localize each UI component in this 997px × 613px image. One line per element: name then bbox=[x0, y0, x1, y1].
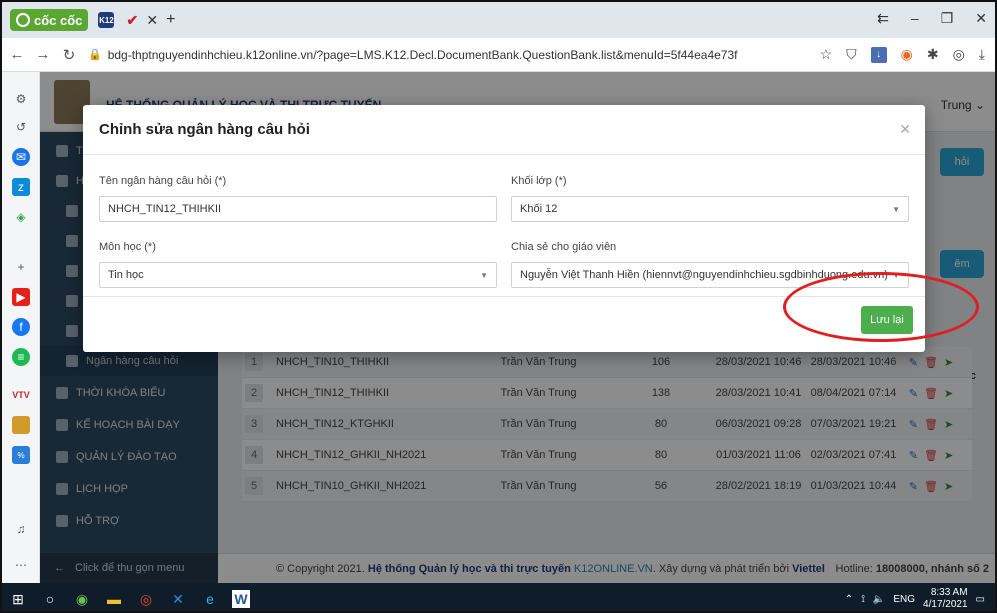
back-icon[interactable]: ← bbox=[6, 46, 28, 63]
add-sidebar-icon[interactable]: + bbox=[12, 258, 30, 276]
address-bar-icons: ☆ ⛉ ↓ ◉ ✱ ◎ ⤓ bbox=[820, 46, 985, 63]
grade-value: Khối 12 bbox=[520, 203, 558, 215]
game2-icon[interactable] bbox=[12, 416, 30, 434]
chevron-down-icon: ▼ bbox=[480, 271, 488, 280]
notifications-icon[interactable]: ▭ bbox=[976, 594, 985, 605]
extension-orange-icon[interactable]: ◉ bbox=[901, 46, 913, 63]
language[interactable]: ENG bbox=[893, 594, 915, 605]
brand-label: cốc cốc bbox=[34, 12, 83, 28]
red-highlight-ellipse bbox=[783, 272, 979, 342]
system-tray: ⌃ ⟟ 🔈 ENG 8:33 AM 4/17/2021 ▭ bbox=[845, 583, 985, 611]
windows-taskbar: ⊞ ○ ◉ ▬ ◎ ✕ e W ⌃ ⟟ 🔈 ENG 8:33 AM 4/17/2… bbox=[2, 583, 995, 611]
game-icon[interactable]: ◈ bbox=[12, 208, 30, 226]
lock-icon: 🔒 bbox=[88, 49, 102, 61]
facebook-icon[interactable]: f bbox=[12, 318, 30, 336]
promo-icon[interactable]: % bbox=[12, 446, 30, 464]
browser-tabbar: cốc cốc K12 ✔ ✕ + ⇇ – ❐ ✕ bbox=[2, 2, 995, 38]
subject-label: Môn học (*) bbox=[99, 241, 156, 253]
close-icon[interactable]: ✕ bbox=[899, 121, 911, 138]
share-label: Chia sẻ cho giáo viên bbox=[511, 241, 617, 253]
minimize-icon[interactable]: – bbox=[911, 10, 919, 27]
chrome-icon[interactable]: ◎ bbox=[130, 583, 162, 611]
modal-header: Chỉnh sửa ngân hàng câu hỏi bbox=[83, 105, 925, 155]
close-window-icon[interactable]: ✕ bbox=[975, 10, 987, 27]
notification-bell-icon[interactable]: ♫ bbox=[12, 520, 30, 538]
tray-up-icon[interactable]: ⌃ bbox=[845, 594, 853, 605]
url-text: bdg-thptnguyendinhchieu.k12online.vn/?pa… bbox=[107, 47, 738, 62]
word-icon[interactable]: W bbox=[232, 590, 250, 608]
settings-icon[interactable]: ⚙ bbox=[12, 90, 30, 108]
subject-value: Tin học bbox=[108, 269, 144, 281]
spotify-icon[interactable]: ≡ bbox=[12, 348, 30, 366]
browser-sidebar: ⚙ ↺ ✉ z ◈ + ▶ f ≡ VTV % ♫ ⋯ bbox=[2, 72, 40, 583]
name-label: Tên ngân hàng câu hỏi (*) bbox=[99, 175, 227, 187]
network-icon[interactable]: ⟟ bbox=[861, 594, 865, 605]
grade-label: Khối lớp (*) bbox=[511, 175, 567, 187]
name-value: NHCH_TIN12_THIHKII bbox=[108, 203, 222, 215]
youtube-icon[interactable]: ▶ bbox=[12, 288, 30, 306]
messenger-icon[interactable]: ✉ bbox=[12, 148, 30, 166]
grade-select[interactable]: Khối 12 ▼ bbox=[511, 196, 909, 222]
clock[interactable]: 8:33 AM 4/17/2021 bbox=[923, 587, 968, 611]
tab-close-icon[interactable]: ✕ bbox=[146, 12, 158, 29]
tab-k12-label: K12 bbox=[99, 15, 114, 25]
downloads-icon[interactable]: ⤓ bbox=[979, 46, 985, 63]
zalo-icon[interactable]: z bbox=[12, 178, 30, 196]
profile-icon[interactable]: ◎ bbox=[953, 46, 965, 63]
download-ext-icon[interactable]: ↓ bbox=[870, 46, 887, 63]
tab-k12[interactable]: K12 bbox=[98, 12, 115, 28]
address-bar-row: ← → ↻ 🔒 bdg-thptnguyendinhchieu.k12onlin… bbox=[2, 38, 995, 72]
new-tab-icon[interactable]: + bbox=[166, 11, 175, 29]
edge-icon[interactable]: e bbox=[194, 583, 226, 611]
coccoc-logo-icon bbox=[16, 13, 30, 27]
coccoc-taskbar-icon[interactable]: ◉ bbox=[66, 583, 98, 611]
history-icon[interactable]: ↺ bbox=[12, 118, 30, 136]
search-icon[interactable]: ○ bbox=[34, 583, 66, 611]
tab-active-favicon-icon[interactable]: ✔ bbox=[124, 12, 140, 28]
screen: cốc cốc K12 ✔ ✕ + ⇇ – ❐ ✕ ← → ↻ 🔒 bdg-th… bbox=[0, 0, 997, 613]
modal-title: Chỉnh sửa ngân hàng câu hỏi bbox=[99, 121, 310, 138]
reload-icon[interactable]: ↻ bbox=[58, 46, 80, 64]
puzzle-icon[interactable]: ✱ bbox=[927, 46, 939, 63]
window-controls: ⇇ – ❐ ✕ bbox=[877, 10, 987, 27]
url-field[interactable]: 🔒 bdg-thptnguyendinhchieu.k12online.vn/?… bbox=[88, 48, 738, 62]
vscode-icon[interactable]: ✕ bbox=[162, 583, 194, 611]
bookmark-star-icon[interactable]: ☆ bbox=[820, 46, 833, 63]
vtv-icon[interactable]: VTV bbox=[12, 386, 30, 404]
chevron-down-icon: ▼ bbox=[892, 205, 900, 214]
windows-start-icon[interactable]: ⊞ bbox=[2, 583, 34, 611]
volume-icon[interactable]: 🔈 bbox=[873, 594, 885, 605]
restore-icon[interactable]: ❐ bbox=[941, 10, 954, 27]
subject-select[interactable]: Tin học ▼ bbox=[99, 262, 497, 288]
forward-icon[interactable]: → bbox=[32, 46, 54, 63]
name-field[interactable]: NHCH_TIN12_THIHKII bbox=[99, 196, 497, 222]
coccoc-brand[interactable]: cốc cốc bbox=[10, 9, 89, 31]
more-icon[interactable]: ⋯ bbox=[12, 556, 30, 574]
file-explorer-icon[interactable]: ▬ bbox=[98, 583, 130, 611]
tab-search-icon[interactable]: ⇇ bbox=[877, 10, 889, 27]
shield-icon[interactable]: ⛉ bbox=[846, 46, 857, 63]
